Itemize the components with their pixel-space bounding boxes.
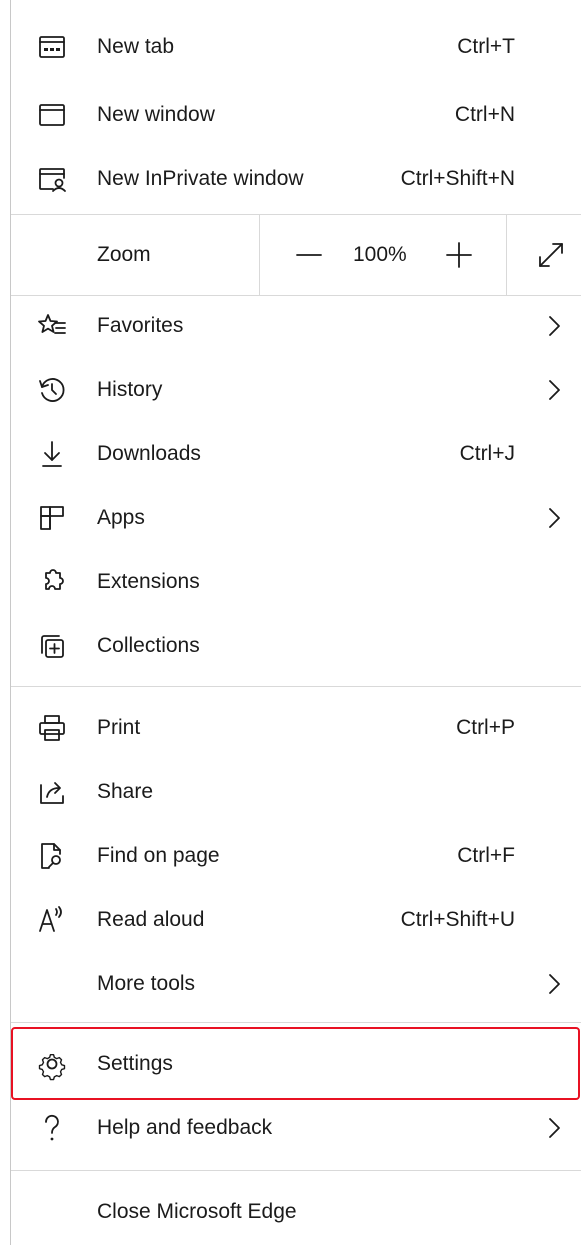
shortcut-text: Ctrl+N <box>454 103 515 126</box>
share-icon <box>37 777 67 807</box>
collections-icon <box>37 631 67 661</box>
menu-item-label: New tab <box>97 35 175 58</box>
menu-item-print[interactable]: Print Ctrl+P <box>11 696 581 760</box>
chevron-right-icon <box>545 507 563 529</box>
menu-item-find-on-page[interactable]: Find on page Ctrl+F <box>11 824 581 888</box>
divider <box>11 1022 581 1023</box>
shortcut-text: Ctrl+Shift+N <box>400 167 515 190</box>
extensions-icon <box>37 567 67 597</box>
download-icon <box>37 439 67 469</box>
chevron-right-icon <box>545 973 563 995</box>
minus-icon <box>296 254 322 256</box>
menu-item-label: Downloads <box>97 442 201 465</box>
question-icon <box>37 1113 67 1143</box>
menu-item-help-and-feedback[interactable]: Help and feedback <box>11 1096 581 1160</box>
fullscreen-icon <box>539 243 563 267</box>
menu-item-label: Close Microsoft Edge <box>97 1200 297 1223</box>
menu-item-new-window[interactable]: New window Ctrl+N <box>11 83 581 147</box>
menu-item-label: New InPrivate window <box>97 167 304 190</box>
menu-item-label: Read aloud <box>97 908 205 931</box>
shortcut-text: Ctrl+Shift+U <box>400 908 515 931</box>
find-icon <box>37 841 67 871</box>
favorites-icon <box>37 311 67 341</box>
menu-item-share[interactable]: Share <box>11 760 581 824</box>
zoom-in-button[interactable] <box>439 235 479 275</box>
menu-item-label: Settings <box>97 1052 173 1075</box>
menu-item-history[interactable]: History <box>11 358 581 422</box>
menu-item-downloads[interactable]: Downloads Ctrl+J <box>11 422 581 486</box>
menu-item-label: Favorites <box>97 314 184 337</box>
plus-icon <box>446 242 472 268</box>
apps-icon <box>37 503 67 533</box>
gear-icon <box>37 1049 67 1081</box>
menu-item-new-inprivate-window[interactable]: New InPrivate window Ctrl+Shift+N <box>11 147 581 211</box>
menu-item-label: Print <box>97 716 141 739</box>
menu-item-settings[interactable]: Settings <box>11 1032 581 1096</box>
chevron-right-icon <box>545 315 563 337</box>
menu-item-label: History <box>97 378 163 401</box>
shortcut-text: Ctrl+F <box>457 844 515 867</box>
menu-item-extensions[interactable]: Extensions <box>11 550 581 614</box>
menu-item-label: Collections <box>97 634 200 657</box>
zoom-value: 100% <box>353 243 407 266</box>
menu-item-new-tab[interactable]: New tab Ctrl+T <box>11 15 581 79</box>
menu-item-label: New window <box>97 103 215 126</box>
history-icon <box>37 375 67 405</box>
menu-item-label: Apps <box>97 506 145 529</box>
fullscreen-button[interactable] <box>531 235 571 275</box>
zoom-out-button[interactable] <box>289 235 329 275</box>
new-window-icon <box>37 100 67 130</box>
shortcut-text: Ctrl+P <box>456 716 515 739</box>
zoom-label: Zoom <box>97 243 151 266</box>
divider <box>259 215 260 295</box>
shortcut-text: Ctrl+T <box>457 35 515 58</box>
menu-item-label: Extensions <box>97 570 200 593</box>
chevron-right-icon <box>545 1117 563 1139</box>
menu-item-label: Share <box>97 780 154 803</box>
zoom-row: Zoom 100% <box>11 215 581 295</box>
divider <box>11 686 581 687</box>
menu-item-label: Find on page <box>97 844 220 867</box>
menu-item-read-aloud[interactable]: Read aloud Ctrl+Shift+U <box>11 888 581 952</box>
menu-item-more-tools[interactable]: More tools <box>11 952 581 1016</box>
menu-item-close-microsoft-edge[interactable]: Close Microsoft Edge <box>11 1180 581 1244</box>
menu-item-apps[interactable]: Apps <box>11 486 581 550</box>
chevron-right-icon <box>545 379 563 401</box>
divider <box>11 1170 581 1171</box>
print-icon <box>37 713 67 743</box>
menu-item-collections[interactable]: Collections <box>11 614 581 678</box>
browser-settings-menu: New tab Ctrl+T New window Ctrl+N New InP… <box>10 0 581 1245</box>
read-aloud-icon <box>37 905 67 935</box>
inprivate-icon <box>37 164 67 194</box>
divider <box>506 215 507 295</box>
menu-item-label: More tools <box>97 972 196 995</box>
menu-item-favorites[interactable]: Favorites <box>11 294 581 358</box>
shortcut-text: Ctrl+J <box>459 442 515 465</box>
new-tab-icon <box>37 32 67 62</box>
menu-item-label: Help and feedback <box>97 1116 273 1139</box>
